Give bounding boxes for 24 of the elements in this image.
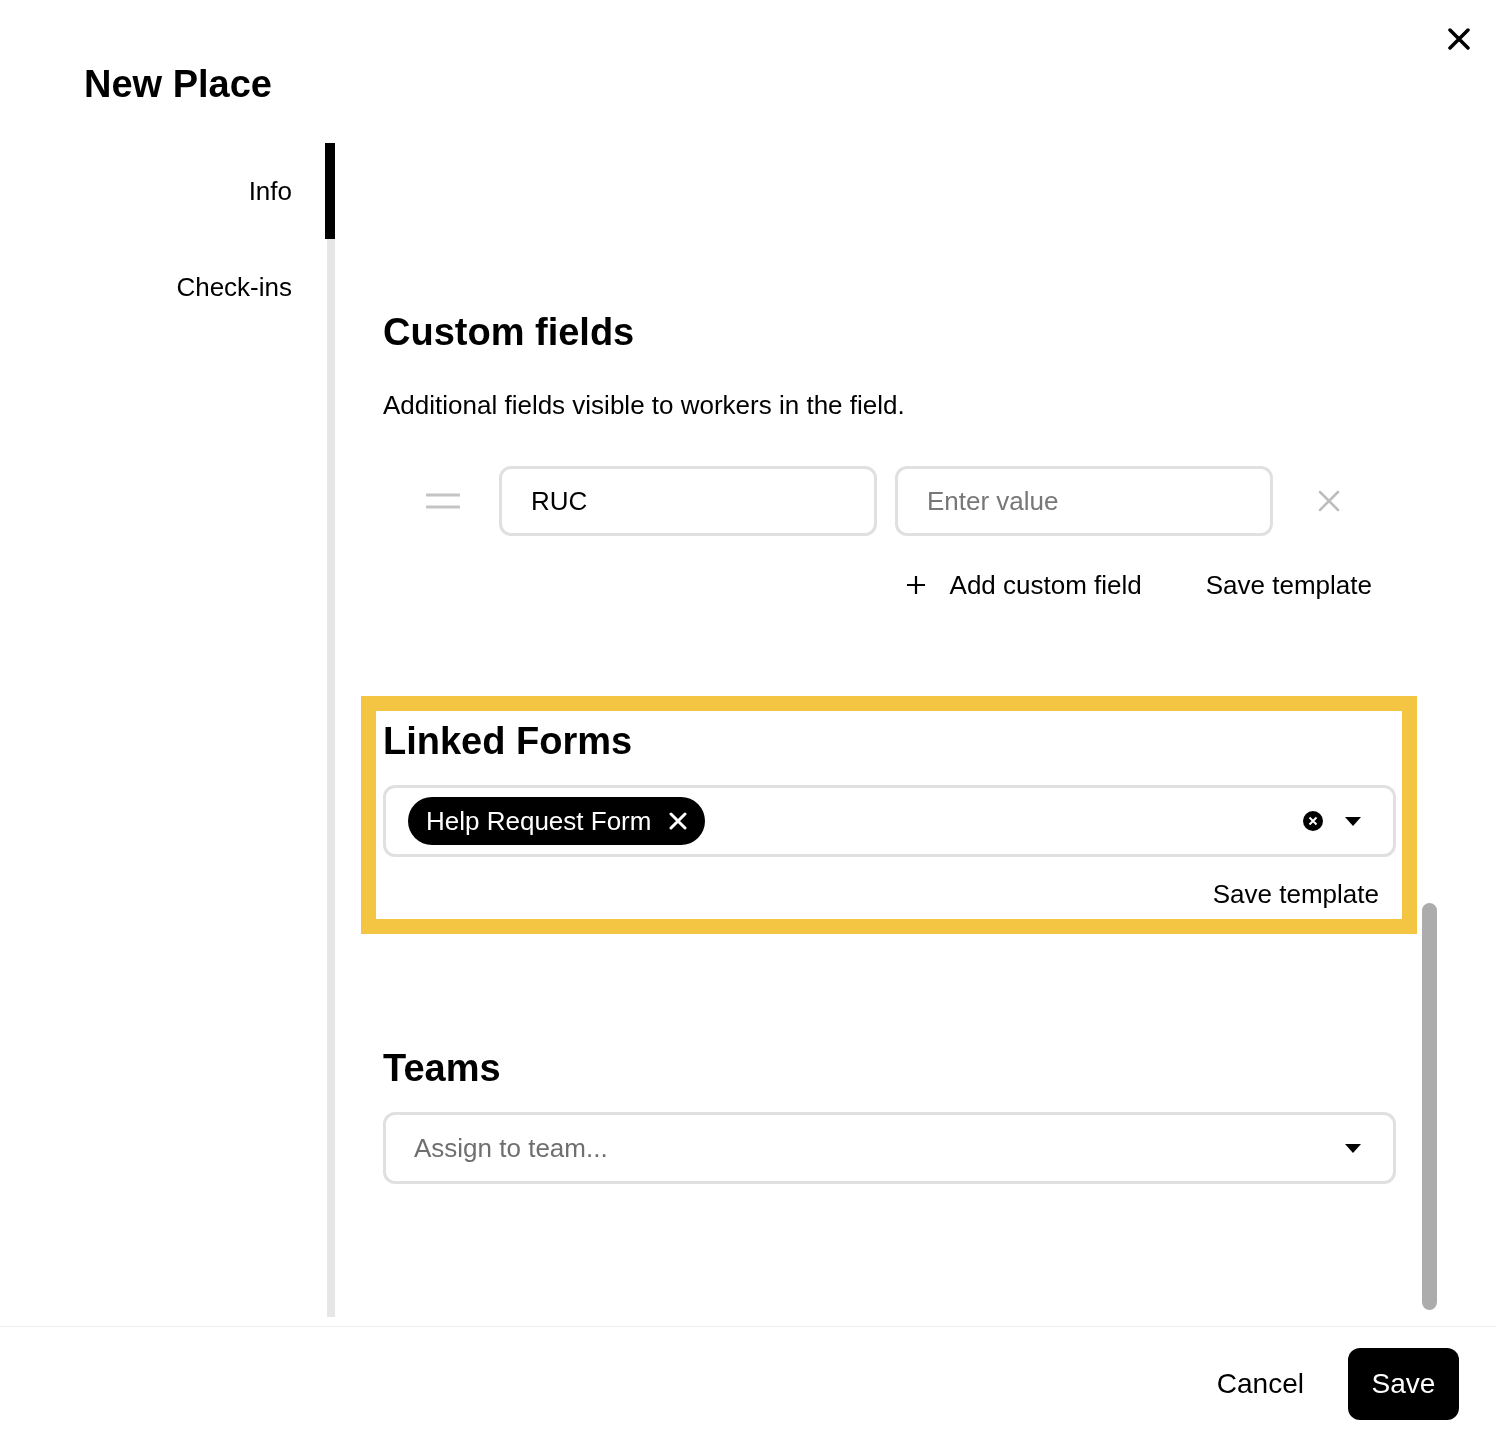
plus-icon <box>905 575 926 595</box>
caret-icon <box>1345 1143 1361 1153</box>
section-heading: Teams <box>383 1046 502 1090</box>
multi-select-field[interactable]: Help Request Form <box>383 785 1396 857</box>
dialog-title: New Place <box>84 62 272 106</box>
drag-handle-icon[interactable] <box>426 492 460 510</box>
caret-icon[interactable] <box>1345 816 1361 826</box>
nav-tab[interactable]: Info <box>0 143 335 239</box>
input-field[interactable]: Enter value <box>895 466 1273 536</box>
add-field-button[interactable]: Add custom field <box>905 568 1142 602</box>
save-template-button[interactable]: Save template <box>1205 568 1372 602</box>
form-chip[interactable]: Help Request Form <box>408 797 706 845</box>
cancel-button[interactable]: Cancel <box>1216 1367 1304 1400</box>
section-heading: Custom fields <box>383 310 636 354</box>
nav-tab[interactable]: Check-ins <box>0 239 335 335</box>
scrollbar[interactable] <box>1422 903 1437 1310</box>
clear-icon[interactable] <box>1303 811 1323 831</box>
save-button[interactable]: Save <box>1348 1347 1459 1420</box>
close-icon[interactable] <box>1448 28 1470 50</box>
input-field[interactable]: RUC <box>499 466 877 536</box>
section-description: Additional fields visible to workers in the field. <box>383 389 906 422</box>
save-template-button[interactable]: Save template <box>1212 877 1379 911</box>
section-heading: Linked Forms <box>383 719 634 763</box>
dropdown-field[interactable]: Assign to team... <box>383 1112 1396 1184</box>
